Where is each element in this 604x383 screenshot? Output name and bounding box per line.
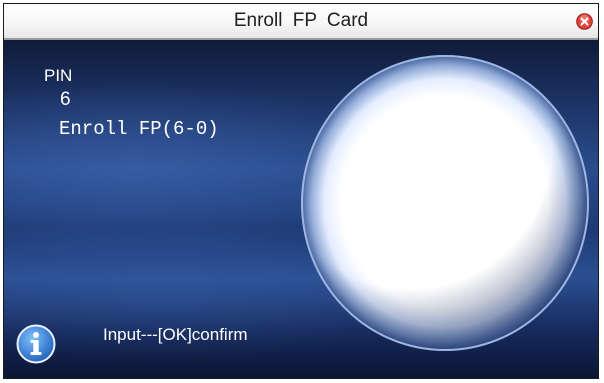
close-icon[interactable]	[576, 13, 593, 30]
window-title: Enroll FP Card	[233, 10, 369, 31]
title-bar: Enroll FP Card	[4, 4, 598, 40]
fingerprint-placeholder-circle	[301, 55, 589, 351]
info-icon	[16, 324, 56, 364]
content-area: PIN 6 Enroll FP(6-0) Input---[OK]confirm	[4, 40, 598, 378]
enroll-status-text: Enroll FP(6-0)	[59, 118, 219, 140]
enroll-fp-card-screen: Enroll FP Card PIN 6 Enroll FP(6-0) Inpu…	[3, 3, 599, 379]
pin-label: PIN	[44, 66, 73, 85]
confirm-hint: Input---[OK]confirm	[103, 325, 248, 344]
pin-value: 6	[60, 89, 71, 110]
